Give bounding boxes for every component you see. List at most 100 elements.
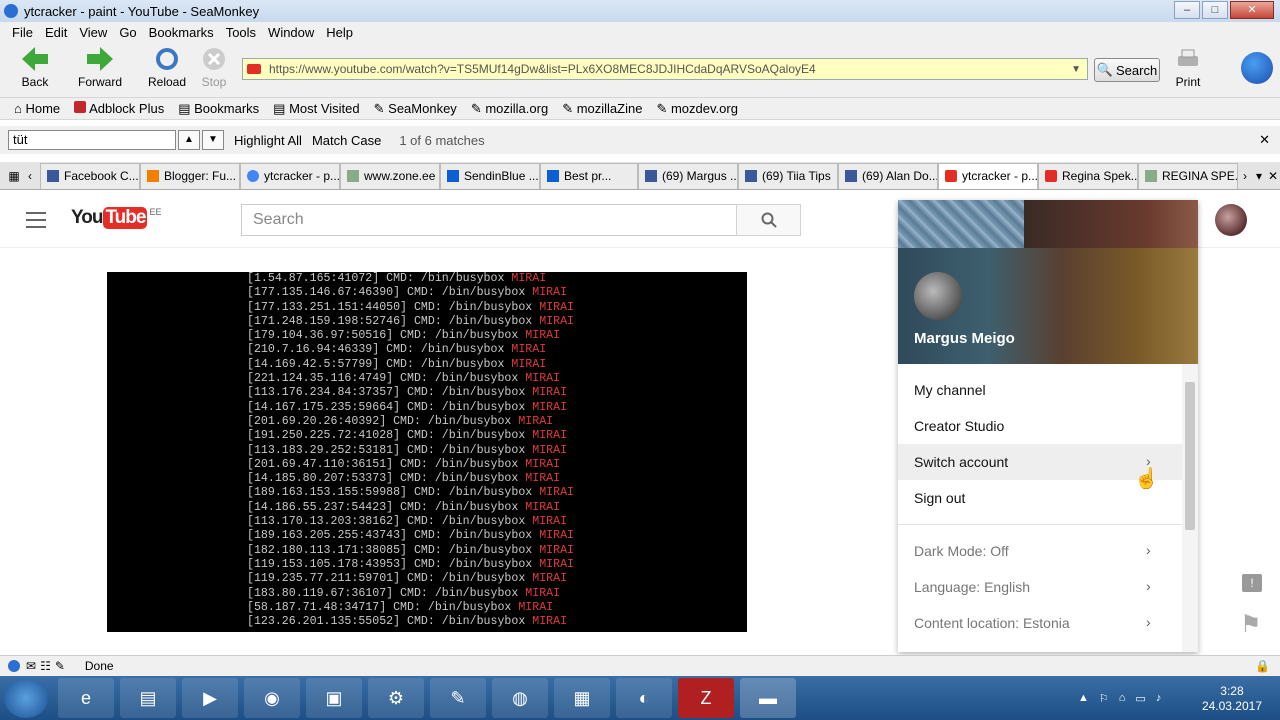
- mail-icon[interactable]: ✉: [26, 659, 36, 673]
- menu-view[interactable]: View: [79, 25, 107, 40]
- maximize-button[interactable]: □: [1202, 1, 1228, 19]
- tab-list-dropdown-icon[interactable]: ▾: [1252, 169, 1266, 183]
- bookmark-most-visited[interactable]: ▤ Most Visited: [273, 101, 359, 117]
- composer-icon[interactable]: ✎: [55, 659, 65, 673]
- tab-alan-do[interactable]: (69) Alan Do...: [838, 162, 938, 189]
- reload-button[interactable]: Reload: [144, 46, 190, 89]
- youtube-search-input[interactable]: Search: [241, 204, 737, 236]
- status-bar: ✉ ☷ ✎ Done 🔒: [0, 655, 1280, 676]
- my-channel-item[interactable]: My channel: [914, 382, 986, 398]
- task-manager-icon[interactable]: ▣: [306, 678, 362, 718]
- url-bar[interactable]: https://www.youtube.com/watch?v=TS5MUf14…: [242, 58, 1088, 80]
- highlight-all-button[interactable]: Highlight All: [234, 133, 302, 148]
- bookmark-mozilla[interactable]: ✎ mozilla.org: [471, 101, 548, 117]
- terminal-keyword: MIRAI: [532, 386, 568, 400]
- flag-icon[interactable]: ⚐: [1099, 692, 1109, 705]
- find-next-button[interactable]: ▼: [202, 130, 224, 150]
- close-findbar-button[interactable]: ✕: [1259, 132, 1270, 148]
- filezilla-icon[interactable]: Z: [678, 678, 734, 718]
- bookmark-adblock-plus[interactable]: Adblock Plus: [74, 101, 164, 116]
- settings-gear-icon[interactable]: ⚙: [368, 678, 424, 718]
- video-player[interactable]: [1.54.87.165:41072] CMD: /bin/busybox MI…: [107, 272, 747, 632]
- hamburger-menu-icon[interactable]: [26, 212, 46, 228]
- dark-mode-item[interactable]: Dark Mode: Off: [914, 543, 1009, 559]
- tab-zone-ee[interactable]: www.zone.ee: [340, 162, 440, 189]
- menu-window[interactable]: Window: [268, 25, 314, 40]
- terminal-keyword: MIRAI: [511, 357, 547, 371]
- bookmark-bookmarks[interactable]: ▤ Bookmarks: [178, 101, 259, 117]
- show-hidden-icons-icon[interactable]: ▲: [1078, 692, 1089, 705]
- creator-studio-item[interactable]: Creator Studio: [914, 418, 1004, 434]
- tab-regina-spe[interactable]: REGINA SPE...: [1138, 162, 1238, 189]
- scrollbar-thumb[interactable]: [1185, 382, 1195, 530]
- search-button[interactable]: 🔍 Search: [1094, 58, 1160, 82]
- exit-icon[interactable]: ⚑: [1240, 610, 1262, 639]
- sendinblue-icon: [447, 170, 459, 182]
- stop-button[interactable]: Stop: [191, 46, 237, 89]
- menu-go[interactable]: Go: [119, 25, 136, 40]
- seamonkey-taskbar-icon[interactable]: ◉: [244, 678, 300, 718]
- tab-margus[interactable]: (69) Margus ...: [638, 162, 738, 189]
- bookmark-mozillazine[interactable]: ✎ mozillaZine: [562, 101, 642, 117]
- seamonkey-throbber-icon[interactable]: [1241, 52, 1273, 84]
- content-location-item[interactable]: Content location: Estonia: [914, 615, 1070, 631]
- back-button[interactable]: Back: [12, 46, 58, 89]
- terminal-line: [177.133.251.151:44050] CMD: /bin/busybo…: [247, 301, 747, 315]
- find-input[interactable]: tüt: [8, 130, 176, 150]
- tab-ytcracker-google[interactable]: ytcracker - p...: [240, 162, 340, 189]
- menu-edit[interactable]: Edit: [45, 25, 67, 40]
- sign-out-item[interactable]: Sign out: [914, 490, 965, 506]
- tab-facebook-c[interactable]: Facebook C...: [40, 162, 140, 189]
- volume-icon[interactable]: ♪: [1156, 692, 1162, 705]
- media-player-icon[interactable]: ▶: [182, 678, 238, 718]
- tab-best-pr[interactable]: Best pr...: [540, 162, 638, 189]
- globe-icon[interactable]: ◍: [492, 678, 548, 718]
- tab-ytcracker-youtube[interactable]: ytcracker - p...: [938, 162, 1038, 189]
- terminal-keyword: MIRAI: [511, 272, 547, 285]
- terminal-command: [189.163.205.255:43743] CMD: /bin/busybo…: [247, 529, 540, 543]
- search-icon: [761, 212, 777, 228]
- find-previous-button[interactable]: ▲: [178, 130, 200, 150]
- menu-scrollbar[interactable]: [1182, 364, 1198, 652]
- youtube-search-button[interactable]: [736, 204, 801, 236]
- match-case-button[interactable]: Match Case: [312, 133, 381, 148]
- bookmark-seamonkey[interactable]: ✎ SeaMonkey: [374, 101, 457, 117]
- close-tab-icon[interactable]: ✕: [1266, 169, 1280, 183]
- tab-tiia-tips[interactable]: (69) Tiia Tips: [738, 162, 838, 189]
- tab-sendinblue[interactable]: SendinBlue ...: [440, 162, 540, 189]
- url-dropdown-icon[interactable]: ▼: [1071, 64, 1081, 75]
- file-explorer-icon[interactable]: ▤: [120, 678, 176, 718]
- page-icon: [1145, 170, 1157, 182]
- tab-list-icon[interactable]: ▦: [0, 169, 28, 183]
- language-item[interactable]: Language: English: [914, 579, 1030, 595]
- usb-icon[interactable]: ⌂: [1119, 692, 1126, 705]
- menu-file[interactable]: File: [12, 25, 33, 40]
- scroll-tabs-left-icon[interactable]: ‹: [28, 169, 40, 183]
- minimize-button[interactable]: –: [1174, 1, 1200, 19]
- bookmark-mozdev[interactable]: ✎ mozdev.org: [656, 101, 737, 117]
- user-avatar[interactable]: [1215, 204, 1247, 236]
- bookmark-home[interactable]: ⌂ Home: [14, 101, 60, 116]
- spreadsheet-icon[interactable]: ▦: [554, 678, 610, 718]
- notepad-icon[interactable]: ✎: [430, 678, 486, 718]
- menu-tools[interactable]: Tools: [226, 25, 256, 40]
- terminal-icon[interactable]: ▬: [740, 678, 796, 718]
- network-icon[interactable]: ▭: [1135, 692, 1145, 705]
- tab-blogger[interactable]: Blogger: Fu...: [140, 162, 240, 189]
- terminal-command: [14.186.55.237:54423] CMD: /bin/busybox: [247, 500, 526, 514]
- close-window-button[interactable]: ✕: [1230, 1, 1274, 19]
- start-button[interactable]: [4, 678, 48, 718]
- menu-bookmarks[interactable]: Bookmarks: [149, 25, 214, 40]
- scroll-tabs-right-icon[interactable]: ›: [1238, 169, 1252, 183]
- print-button[interactable]: Print: [1165, 46, 1211, 89]
- firefox-icon[interactable]: ◐: [616, 678, 672, 718]
- internet-explorer-icon[interactable]: e: [58, 678, 114, 718]
- youtube-logo[interactable]: You Tube EE: [71, 207, 161, 229]
- switch-account-item[interactable]: Switch account: [914, 454, 1008, 470]
- taskbar-clock[interactable]: 3:28 24.03.2017: [1202, 684, 1262, 714]
- menu-help[interactable]: Help: [326, 25, 353, 40]
- feedback-icon[interactable]: !: [1242, 574, 1262, 592]
- address-book-icon[interactable]: ☷: [40, 659, 51, 673]
- forward-button[interactable]: Forward: [77, 46, 123, 89]
- tab-regina-spek[interactable]: Regina Spek...: [1038, 162, 1138, 189]
